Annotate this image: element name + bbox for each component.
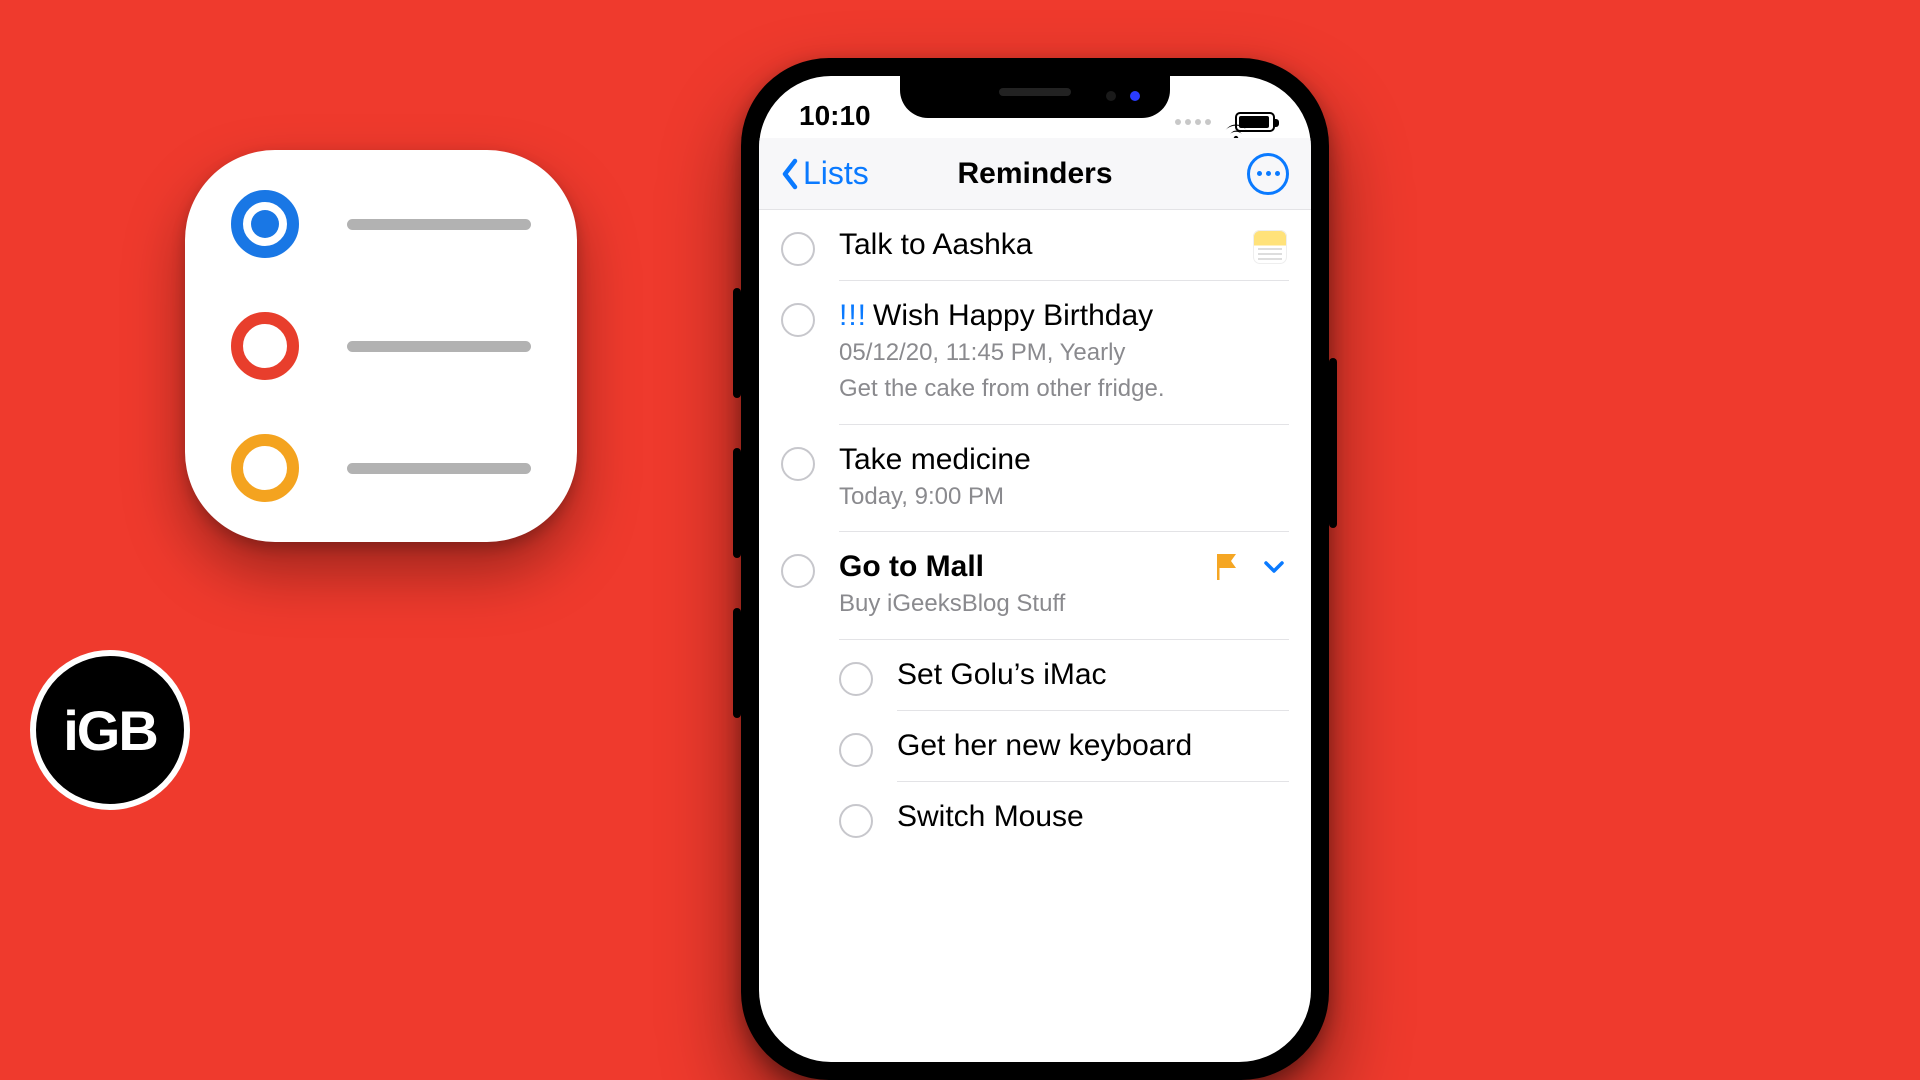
line-icon bbox=[347, 341, 531, 352]
reminder-title: Talk to Aashka bbox=[839, 228, 1032, 262]
complete-toggle[interactable] bbox=[781, 232, 815, 266]
reminder-item[interactable]: !!! Wish Happy Birthday 05/12/20, 11:45 … bbox=[759, 281, 1311, 425]
chevron-left-icon bbox=[781, 157, 801, 191]
igb-logo-text: iGB bbox=[63, 698, 157, 763]
reminder-title: Go to Mall bbox=[839, 550, 984, 584]
cellular-icon bbox=[1175, 119, 1211, 125]
bullet-icon bbox=[231, 312, 299, 380]
complete-toggle[interactable] bbox=[781, 303, 815, 337]
app-icon-row bbox=[231, 190, 531, 258]
line-icon bbox=[347, 219, 531, 230]
complete-toggle[interactable] bbox=[781, 554, 815, 588]
complete-toggle[interactable] bbox=[781, 447, 815, 481]
iphone-frame: 10:10 Lists Reminders bbox=[741, 58, 1329, 1080]
bullet-icon bbox=[231, 190, 299, 258]
reminder-meta-note: Get the cake from other fridge. bbox=[839, 373, 1289, 405]
reminder-title: Switch Mouse bbox=[897, 800, 1084, 834]
battery-icon bbox=[1235, 112, 1275, 132]
reminder-item[interactable]: Talk to Aashka bbox=[759, 210, 1311, 281]
dot-icon bbox=[1257, 171, 1262, 176]
complete-toggle[interactable] bbox=[839, 804, 873, 838]
back-button[interactable]: Lists bbox=[781, 155, 869, 192]
reminder-item[interactable]: Go to Mall Buy iGeeksBlog Stuff bbox=[759, 532, 1311, 639]
dot-icon bbox=[1275, 171, 1280, 176]
reminder-title: Set Golu’s iMac bbox=[897, 658, 1107, 692]
reminder-meta-date: Today, 9:00 PM bbox=[839, 481, 1289, 513]
bullet-icon bbox=[231, 434, 299, 502]
app-icon-row bbox=[231, 312, 531, 380]
reminder-meta-date: 05/12/20, 11:45 PM, Yearly bbox=[839, 337, 1289, 369]
back-label: Lists bbox=[803, 155, 869, 192]
reminder-title: Take medicine bbox=[839, 443, 1031, 477]
reminder-title: Get her new keyboard bbox=[897, 729, 1192, 763]
more-button[interactable] bbox=[1247, 153, 1289, 195]
status-time: 10:10 bbox=[799, 100, 871, 132]
reminder-title: Wish Happy Birthday bbox=[873, 299, 1153, 333]
complete-toggle[interactable] bbox=[839, 733, 873, 767]
complete-toggle[interactable] bbox=[839, 662, 873, 696]
expand-toggle[interactable] bbox=[1261, 554, 1287, 580]
igb-logo: iGB bbox=[30, 650, 190, 810]
priority-indicator: !!! bbox=[839, 299, 867, 333]
dot-icon bbox=[1266, 171, 1271, 176]
subtask-item[interactable]: Get her new keyboard bbox=[813, 711, 1311, 782]
subtask-item[interactable]: Switch Mouse bbox=[813, 782, 1311, 852]
app-icon-row bbox=[231, 434, 531, 502]
reminder-item[interactable]: Take medicine Today, 9:00 PM bbox=[759, 425, 1311, 532]
iphone-notch bbox=[900, 76, 1170, 118]
subtask-item[interactable]: Set Golu’s iMac bbox=[813, 640, 1311, 711]
iphone-screen: 10:10 Lists Reminders bbox=[759, 76, 1311, 1062]
reminders-list: Talk to Aashka !!! Wish Happy Birthday 0… bbox=[759, 210, 1311, 852]
reminders-app-icon bbox=[185, 150, 577, 542]
line-icon bbox=[347, 463, 531, 474]
camera-icon bbox=[1130, 91, 1140, 101]
speaker-icon bbox=[999, 88, 1071, 96]
notes-attachment-icon[interactable] bbox=[1253, 230, 1287, 264]
flag-icon[interactable] bbox=[1215, 552, 1241, 582]
subtask-list: Set Golu’s iMac Get her new keyboard Swi… bbox=[759, 640, 1311, 852]
reminder-meta-note: Buy iGeeksBlog Stuff bbox=[839, 588, 1289, 620]
nav-bar: Lists Reminders bbox=[759, 138, 1311, 210]
